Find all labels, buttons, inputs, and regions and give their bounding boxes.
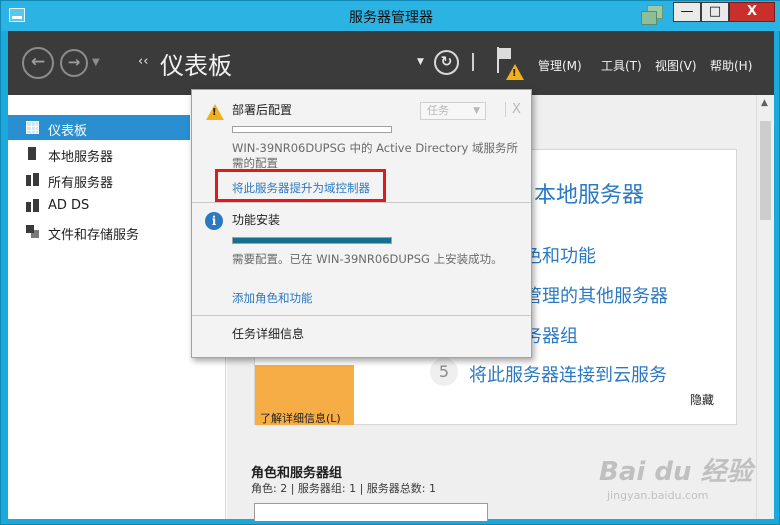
sidebar-item-file-storage[interactable]: 文件和存储服务 bbox=[8, 219, 190, 244]
breadcrumb-dropdown-icon[interactable]: ▼ bbox=[417, 57, 424, 67]
menu-manage[interactable]: 管理(M) bbox=[538, 57, 582, 74]
section-divider bbox=[192, 202, 531, 203]
sidebar-item-dashboard[interactable]: 仪表板 bbox=[8, 115, 190, 140]
sidebar-item-label: AD DS bbox=[48, 198, 90, 213]
menu-tools[interactable]: 工具(T) bbox=[601, 57, 642, 74]
sidebar-item-label: 所有服务器 bbox=[48, 176, 114, 191]
overlapping-windows-icon bbox=[641, 5, 665, 25]
watermark-url: jingyan.baidu.com bbox=[607, 489, 709, 502]
warning-icon: ! bbox=[206, 104, 224, 120]
add-roles-features-link[interactable]: 色和功能 bbox=[524, 242, 596, 268]
install-progress-fill bbox=[233, 238, 391, 243]
sidebar-item-label: 仪表板 bbox=[48, 124, 88, 139]
chevron-down-icon: ▼ bbox=[473, 106, 480, 116]
minimize-button[interactable]: — bbox=[673, 2, 701, 22]
dismiss-icon[interactable]: X bbox=[505, 102, 521, 117]
feature-install-title: 功能安装 bbox=[232, 213, 281, 227]
task-details-link[interactable]: 任务详细信息 bbox=[232, 325, 304, 342]
role-tile[interactable] bbox=[254, 503, 488, 521]
refresh-button[interactable]: ↻ bbox=[434, 50, 459, 75]
window-frame: 服务器管理器 — □ X ← → ▼ ‹‹ 仪表板 ▼ ↻ ! 管理(M) 工具… bbox=[0, 0, 780, 525]
ad-ds-icon bbox=[26, 199, 39, 212]
post-deploy-title: 部署后配置 bbox=[232, 103, 293, 117]
install-progress-bar bbox=[232, 237, 392, 244]
roles-section-title: 角色和服务器组 bbox=[251, 466, 343, 481]
sidebar-item-label: 文件和存储服务 bbox=[48, 228, 140, 243]
close-button[interactable]: X bbox=[729, 2, 775, 22]
feature-install-description: 需要配置。已在 WIN-39NR06DUPSG 上安装成功。 bbox=[232, 252, 503, 266]
step-number: 5 bbox=[430, 358, 458, 386]
highlight-annotation bbox=[215, 169, 386, 202]
title-bar: 服务器管理器 — □ X bbox=[1, 1, 780, 31]
notifications-popup: ! 部署后配置 任务 ▼ X WIN-39NR06DUPSG 中的 Active… bbox=[191, 89, 532, 358]
config-progress-bar bbox=[232, 126, 392, 133]
scroll-thumb[interactable] bbox=[760, 121, 771, 220]
sidebar-item-all-servers[interactable]: 所有服务器 bbox=[8, 167, 190, 192]
menu-view[interactable]: 视图(V) bbox=[655, 57, 697, 74]
maximize-button[interactable]: □ bbox=[701, 2, 729, 22]
learn-more-link[interactable]: 了解详细信息(L) bbox=[260, 410, 341, 426]
task-dropdown: 任务 ▼ bbox=[420, 102, 486, 120]
section-divider bbox=[192, 315, 531, 316]
hide-link[interactable]: 隐藏 bbox=[690, 391, 714, 408]
create-server-group-link[interactable]: 务器组 bbox=[524, 322, 578, 348]
post-deploy-description: WIN-39NR06DUPSG 中的 Active Directory 域服务所… bbox=[232, 141, 518, 170]
toolbar-separator bbox=[472, 53, 474, 71]
page-title: 仪表板 bbox=[160, 52, 232, 80]
task-dropdown-label: 任务 bbox=[427, 104, 449, 117]
sidebar-item-ad-ds[interactable]: AD DS bbox=[8, 193, 190, 218]
baidu-watermark-logo: Bai du 经验 jingyan.baidu.com bbox=[599, 449, 759, 511]
add-other-servers-link[interactable]: 管理的其他服务器 bbox=[524, 282, 668, 308]
history-dropdown-icon[interactable]: ▼ bbox=[92, 57, 100, 68]
server-icon bbox=[28, 147, 36, 160]
welcome-title[interactable]: 本地服务器 bbox=[534, 177, 644, 209]
sidebar-item-local-server[interactable]: 本地服务器 bbox=[8, 141, 190, 166]
notifications-flag-icon[interactable]: ! bbox=[492, 45, 526, 85]
watermark-text: Bai du 经验 bbox=[599, 457, 753, 487]
scroll-up-icon[interactable]: ▲ bbox=[761, 98, 768, 108]
info-icon: i bbox=[205, 212, 223, 230]
servers-icon bbox=[26, 173, 39, 186]
add-roles-link[interactable]: 添加角色和功能 bbox=[232, 290, 313, 306]
header-bar: ← → ▼ ‹‹ 仪表板 ▼ ↻ ! 管理(M) 工具(T) 视图(V) 帮助(… bbox=[8, 31, 774, 95]
breadcrumb-arrows-icon: ‹‹ bbox=[138, 54, 149, 69]
learn-more-tile: 了解详细信息(L) bbox=[255, 365, 354, 425]
file-storage-icon bbox=[26, 225, 39, 238]
connect-cloud-link[interactable]: 将此服务器连接到云服务 bbox=[469, 361, 667, 387]
back-button[interactable]: ← bbox=[22, 47, 54, 79]
sidebar-item-label: 本地服务器 bbox=[48, 150, 114, 165]
dashboard-icon bbox=[26, 121, 39, 134]
menu-help[interactable]: 帮助(H) bbox=[710, 57, 752, 74]
roles-summary: 角色: 2 | 服务器组: 1 | 服务器总数: 1 bbox=[251, 482, 437, 495]
forward-button[interactable]: → bbox=[60, 49, 88, 77]
